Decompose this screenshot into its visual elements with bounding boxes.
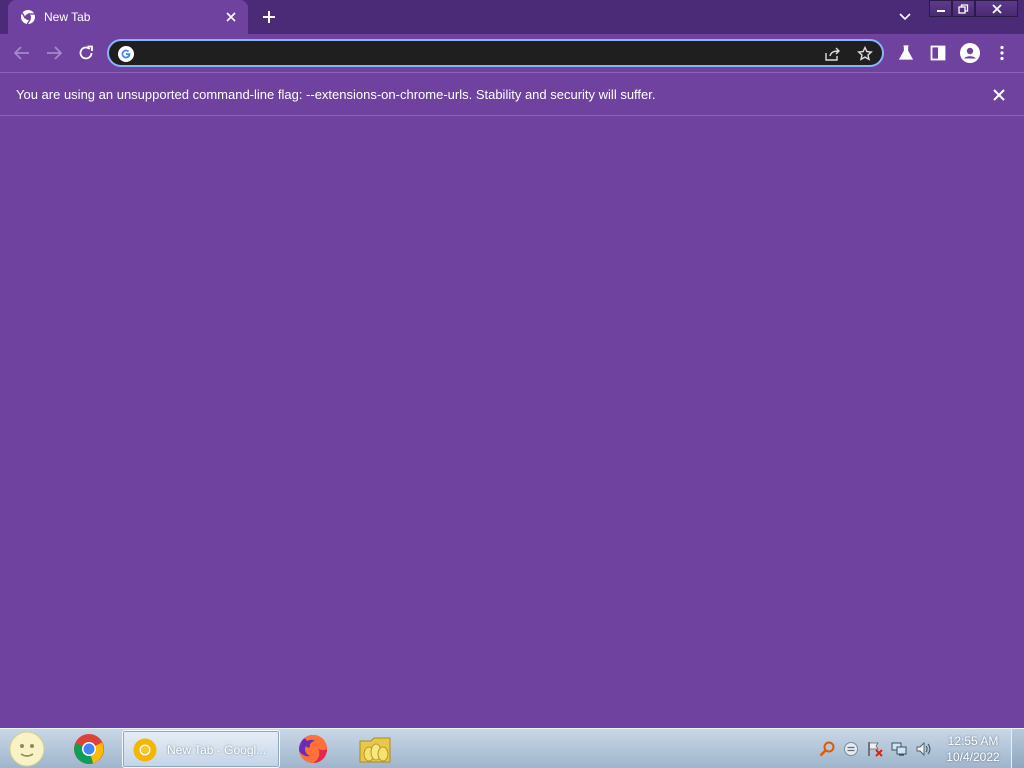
share-icon (825, 47, 840, 61)
start-button[interactable] (6, 731, 48, 767)
tray-status[interactable] (842, 740, 860, 758)
restore-icon (958, 3, 969, 14)
flag-icon (868, 742, 883, 757)
labs-button[interactable] (892, 39, 920, 67)
tab-close-button[interactable] (222, 8, 240, 26)
chrome-icon (21, 10, 35, 25)
clock-date: 10/4/2022 (946, 750, 1000, 764)
status-icon (844, 742, 858, 756)
reload-icon (79, 45, 93, 60)
chrome-menu-button[interactable] (988, 39, 1016, 67)
new-tab-button[interactable] (258, 6, 280, 28)
close-icon (991, 3, 1002, 14)
kebab-menu-icon (1000, 45, 1004, 61)
taskbar-file-explorer[interactable] (353, 731, 397, 767)
folder-icon (359, 737, 391, 763)
minimize-icon (936, 9, 945, 12)
tray-network[interactable] (890, 740, 908, 758)
show-desktop-button[interactable] (1011, 729, 1024, 768)
forward-arrow-icon (47, 46, 62, 60)
back-button[interactable] (8, 39, 36, 67)
network-icon (891, 742, 907, 756)
bookmark-star-button[interactable] (855, 44, 875, 64)
flask-icon (898, 45, 914, 60)
forward-button[interactable] (40, 39, 68, 67)
taskbar-clock[interactable]: 12:55 AM 10/4/2022 (940, 733, 1006, 765)
close-icon (226, 12, 236, 22)
tab-new-tab[interactable]: New Tab (8, 0, 248, 34)
chrome-icon (74, 734, 104, 764)
star-icon (857, 46, 873, 61)
side-panel-icon (930, 45, 946, 61)
chrome-canary-icon (133, 738, 157, 762)
tray-search[interactable] (818, 740, 836, 758)
back-arrow-icon (14, 46, 29, 60)
infobar-close-button[interactable] (988, 84, 1010, 106)
plus-icon (263, 11, 275, 23)
profile-button[interactable] (956, 39, 984, 67)
clock-time: 12:55 AM (947, 734, 999, 748)
infobar-message: You are using an unsupported command-lin… (16, 87, 656, 102)
omnibox[interactable] (107, 39, 884, 67)
restore-button[interactable] (952, 0, 975, 17)
share-button[interactable] (823, 45, 843, 63)
magnifier-icon (819, 741, 835, 757)
side-panel-button[interactable] (924, 39, 952, 67)
google-g-icon (118, 46, 134, 62)
tab-title: New Tab (44, 10, 91, 24)
chevron-down-icon (899, 13, 911, 21)
taskbar: New Tab - Googl... 12:55 AM 10/4/2022 (0, 728, 1024, 768)
taskbar-task-chrome[interactable]: New Tab - Googl... (122, 730, 280, 768)
profile-icon (960, 43, 980, 63)
firefox-icon (299, 735, 327, 763)
window-close-button[interactable] (975, 0, 1018, 17)
page-content[interactable] (0, 116, 1024, 728)
close-icon (993, 89, 1005, 101)
toolbar (0, 34, 1024, 72)
start-orb-icon (9, 731, 45, 767)
taskbar-firefox[interactable] (291, 731, 335, 767)
tray-action-center[interactable] (866, 740, 884, 758)
taskbar-task-label: New Tab - Googl... (167, 743, 267, 757)
tab-strip: New Tab (0, 0, 1024, 34)
tray-volume[interactable] (914, 740, 932, 758)
minimize-button[interactable] (929, 0, 952, 17)
tab-search-button[interactable] (894, 6, 916, 28)
taskbar-chrome-pinned[interactable] (67, 731, 111, 767)
speaker-icon (916, 741, 931, 757)
address-input[interactable] (143, 43, 813, 63)
reload-button[interactable] (72, 39, 100, 67)
warning-infobar: You are using an unsupported command-lin… (0, 72, 1024, 116)
